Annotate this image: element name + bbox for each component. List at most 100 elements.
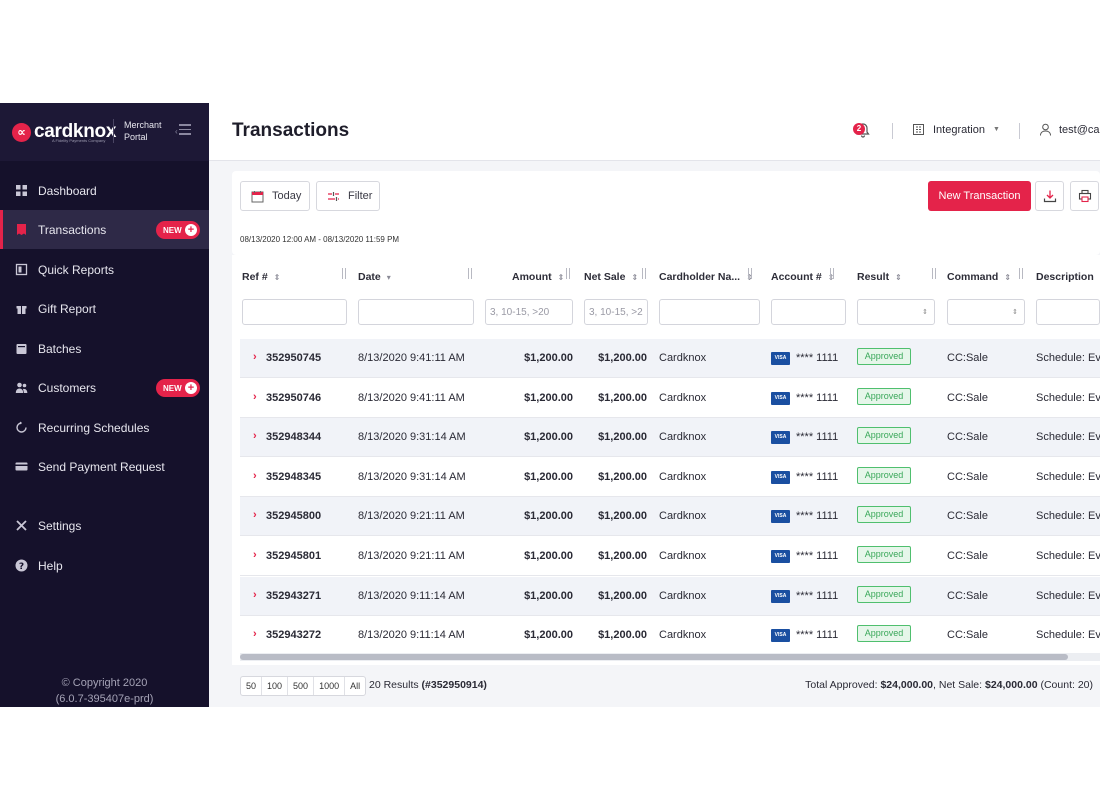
table-row[interactable]: › 352943272 8/13/2020 9:11:14 AM $1,200.00 $… — [240, 616, 1100, 656]
scrollbar-thumb[interactable] — [240, 654, 1068, 660]
column-resize-handle[interactable] — [468, 268, 472, 279]
transaction-date: 8/13/2020 9:31:14 AM — [358, 431, 466, 444]
svg-text:?: ? — [18, 562, 23, 572]
cardholder-filter-input[interactable] — [659, 299, 760, 325]
column-resize-handle[interactable] — [342, 268, 346, 279]
sidebar-item-transactions[interactable]: Transactions NEW + — [0, 210, 209, 249]
account-filter-input[interactable] — [771, 299, 846, 325]
expand-row-icon[interactable]: › — [253, 589, 257, 601]
table-row[interactable]: › 352950746 8/13/2020 9:41:11 AM $1,200.00 $… — [240, 379, 1100, 418]
user-menu[interactable]: test@ca — [1039, 123, 1100, 136]
expand-row-icon[interactable]: › — [253, 430, 257, 442]
new-badge[interactable]: NEW + — [156, 379, 200, 397]
table-row[interactable]: › 352950745 8/13/2020 9:41:11 AM $1,200.00 $… — [240, 339, 1100, 378]
column-header-cardholder-na[interactable]: Cardholder Na... ⇕ — [659, 267, 753, 287]
command-filter-select[interactable]: ⇕ — [947, 299, 1025, 325]
table-row[interactable]: › 352945801 8/13/2020 9:21:11 AM $1,200.00 $… — [240, 537, 1100, 576]
column-header-amount[interactable]: Amount ⇕ — [512, 267, 564, 287]
amount: $1,200.00 — [524, 431, 573, 444]
column-header-result[interactable]: Result ⇕ — [857, 267, 902, 287]
date-filter-input[interactable] — [358, 299, 474, 325]
column-resize-handle[interactable] — [566, 268, 570, 279]
new-transaction-button[interactable]: New Transaction — [928, 181, 1031, 211]
column-resize-handle[interactable] — [642, 268, 646, 279]
page-size-1000[interactable]: 1000 — [314, 677, 346, 695]
expand-row-icon[interactable]: › — [253, 391, 257, 403]
sidebar-item-send-payment-request[interactable]: Send Payment Request — [0, 447, 209, 486]
transaction-date: 8/13/2020 9:31:14 AM — [358, 470, 466, 483]
column-resize-handle[interactable] — [830, 268, 834, 279]
plus-icon: + — [185, 224, 197, 236]
sidebar-item-batches[interactable]: Batches — [0, 329, 209, 368]
print-button[interactable] — [1070, 181, 1099, 211]
cardholder-name: Cardknox — [659, 391, 707, 404]
portal-line-1: Merchant — [124, 120, 162, 130]
page-size-all[interactable]: All — [345, 677, 365, 695]
today-button[interactable]: Today — [240, 181, 310, 211]
sidebar-item-dashboard[interactable]: Dashboard — [0, 171, 209, 210]
brand-bar: ∝ cardknox A Fidelity Payments Company M… — [0, 103, 209, 161]
ref-filter-input[interactable] — [242, 299, 347, 325]
page-size-500[interactable]: 500 — [288, 677, 315, 695]
sidebar-item-gift-report[interactable]: Gift Report — [0, 289, 209, 328]
column-header-date[interactable]: Date ▾ — [358, 267, 391, 287]
grid-icon — [14, 184, 28, 198]
filter-button[interactable]: Filter — [316, 181, 380, 211]
download-button[interactable] — [1035, 181, 1064, 211]
page-size-50[interactable]: 50 — [241, 677, 263, 695]
column-header-net-sale[interactable]: Net Sale ⇕ — [584, 267, 638, 287]
sidebar-item-recurring-schedules[interactable]: Recurring Schedules — [0, 408, 209, 447]
column-header-description[interactable]: Description — [1036, 267, 1100, 287]
net-sale: $1,200.00 — [598, 589, 647, 602]
description: Schedule: Eve — [1036, 629, 1100, 642]
transactions-table: Ref # ⇕ Date ▾ Amount ⇕ Net Sale ⇕ Cardholder Na… — [232, 255, 1100, 665]
sidebar-item-help[interactable]: ? Help — [0, 546, 209, 585]
table-row[interactable]: › 352943271 8/13/2020 9:11:14 AM $1,200.00 $… — [240, 576, 1100, 616]
table-row[interactable]: › 352945800 8/13/2020 9:21:11 AM $1,200.00 $… — [240, 497, 1100, 537]
transaction-date: 8/13/2020 9:41:11 AM — [358, 352, 465, 364]
sidebar-item-quick-reports[interactable]: Quick Reports — [0, 250, 209, 289]
collapse-menu-icon[interactable]: ‹ — [175, 124, 191, 138]
visa-card-icon: VISA — [771, 352, 790, 365]
status-badge: Approved — [857, 466, 911, 484]
table-row[interactable]: › 352948344 8/13/2020 9:31:14 AM $1,200.00 $… — [240, 418, 1100, 458]
account-switcher[interactable]: Integration ▼ — [912, 123, 1000, 136]
amount-filter-input[interactable]: 3, 10-15, >20 — [485, 299, 573, 325]
expand-row-icon[interactable]: › — [253, 628, 257, 640]
merchant-portal-label: Merchant Portal — [113, 119, 162, 143]
column-resize-handle[interactable] — [932, 268, 936, 279]
expand-row-icon[interactable]: › — [253, 470, 257, 482]
column-header-account[interactable]: Account # ⇕ — [771, 267, 834, 287]
expand-row-icon[interactable]: › — [253, 351, 257, 363]
account-number: **** 1111 — [796, 352, 839, 364]
ref-number: 352950746 — [266, 391, 322, 404]
result-filter-select[interactable]: ⇕ — [857, 299, 935, 325]
column-resize-handle[interactable] — [748, 268, 752, 279]
new-badge-label: NEW — [163, 383, 182, 393]
status-badge: Approved — [857, 625, 911, 643]
expand-row-icon[interactable]: › — [253, 549, 257, 561]
amount: $1,200.00 — [524, 629, 573, 642]
table-row[interactable]: › 352948345 8/13/2020 9:31:14 AM $1,200.00 $… — [240, 458, 1100, 497]
book-icon — [14, 263, 28, 277]
sidebar-item-customers[interactable]: Customers NEW + — [0, 368, 209, 407]
select-arrows-icon: ⇕ — [1012, 309, 1018, 316]
net-sale-label: , Net Sale: — [933, 679, 983, 691]
page-title: Transactions — [232, 120, 350, 141]
column-header-ref[interactable]: Ref # ⇕ — [242, 267, 280, 287]
column-header-label: Cardholder Na... — [659, 271, 741, 283]
page-size-100[interactable]: 100 — [262, 677, 289, 695]
version-text: (6.0.7-395407e-prd) — [55, 693, 154, 705]
column-resize-handle[interactable] — [1019, 268, 1023, 279]
sidebar-item-label: Batches — [38, 341, 82, 356]
description-filter-input[interactable] — [1036, 299, 1100, 325]
new-badge[interactable]: NEW + — [156, 221, 200, 239]
notifications-button[interactable]: 2 — [853, 121, 873, 141]
column-header-command[interactable]: Command ⇕ — [947, 267, 1011, 287]
horizontal-scrollbar[interactable] — [240, 653, 1100, 661]
sidebar-item-settings[interactable]: Settings — [0, 506, 209, 545]
visa-card-icon: VISA — [771, 510, 790, 524]
expand-row-icon[interactable]: › — [253, 509, 257, 521]
net-sale-filter-input[interactable]: 3, 10-15, >2 — [584, 299, 648, 325]
divider — [1019, 123, 1020, 139]
